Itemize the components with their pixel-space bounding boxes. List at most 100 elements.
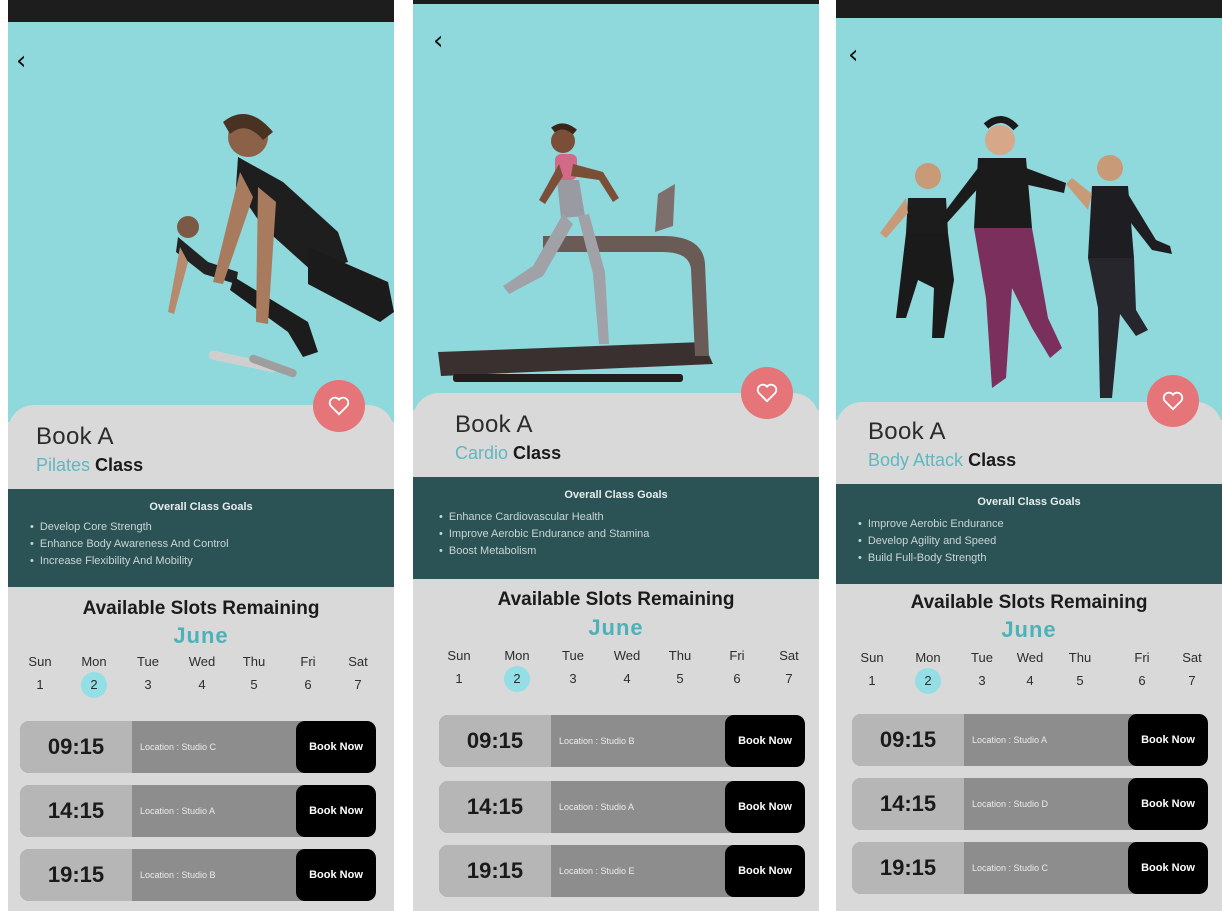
slot-location: Location : Studio C (140, 742, 217, 752)
book-now-button[interactable]: Book Now (1128, 778, 1208, 830)
day-date: 1 (36, 677, 44, 692)
day-fri[interactable]: Fri 6 (1122, 650, 1162, 694)
day-thu[interactable]: Thu 5 (660, 648, 700, 692)
month-label: June (1001, 617, 1057, 642)
day-date: 5 (250, 677, 258, 692)
book-now-button[interactable]: Book Now (296, 721, 376, 773)
favorite-button[interactable] (1147, 375, 1199, 427)
time-slot: 14:15 Location : Studio A Book Now (20, 785, 376, 837)
back-button[interactable]: ‹ (848, 42, 870, 68)
slot-time: 09:15 (852, 714, 964, 766)
day-name: Wed (188, 654, 216, 669)
day-name: Sat (348, 654, 368, 669)
back-button[interactable]: ‹ (16, 48, 38, 74)
day-name: Sat (1182, 650, 1202, 665)
day-date: 7 (785, 671, 793, 686)
slot-location: Location : Studio B (559, 736, 635, 746)
goal-item: Increase Flexibility And Mobility (30, 553, 229, 570)
time-slot: 14:15 Location : Studio D Book Now (852, 778, 1208, 830)
slot-time: 09:15 (20, 721, 132, 773)
class-suffix: Class (513, 443, 562, 463)
book-now-button[interactable]: Book Now (1128, 842, 1208, 894)
day-name: Mon (81, 654, 107, 669)
day-sun[interactable]: Sun 1 (439, 648, 479, 692)
day-sun[interactable]: Sun 1 (852, 650, 892, 694)
body-attack-people-illustration (880, 116, 1172, 398)
month-label: June (588, 615, 644, 640)
day-name: Wed (1016, 650, 1044, 665)
class-name-title: Body Attack Class (868, 450, 1016, 471)
day-mon[interactable]: Mon 2 (908, 650, 948, 694)
day-wed[interactable]: Wed 4 (182, 654, 222, 698)
slot-location: Location : Studio E (559, 866, 635, 876)
class-name: Cardio (455, 443, 509, 463)
class-goals-panel: Overall Class Goals Develop Core Strengt… (8, 489, 394, 587)
day-sun[interactable]: Sun 1 (20, 654, 60, 698)
slot-time: 19:15 (852, 842, 964, 894)
day-name: Tue (137, 654, 159, 669)
book-now-button[interactable]: Book Now (296, 849, 376, 901)
time-slot: 09:15 Location : Studio A Book Now (852, 714, 1208, 766)
back-button[interactable]: ‹ (433, 28, 455, 54)
book-now-button[interactable]: Book Now (725, 781, 805, 833)
time-slot: 19:15 Location : Studio E Book Now (439, 845, 805, 897)
goals-heading: Overall Class Goals (149, 501, 253, 513)
favorite-button[interactable] (741, 367, 793, 419)
chevron-left-icon: ‹ (848, 40, 859, 70)
day-wed[interactable]: Wed 4 (607, 648, 647, 692)
goal-item: Improve Aerobic Endurance and Stamina (439, 526, 650, 543)
day-name: Tue (971, 650, 993, 665)
goals-list: Enhance Cardiovascular Health Improve Ae… (439, 509, 650, 560)
day-tue[interactable]: Tue 3 (128, 654, 168, 698)
day-date: 3 (569, 671, 577, 686)
slot-location: Location : Studio A (972, 735, 1048, 745)
day-tue[interactable]: Tue 3 (553, 648, 593, 692)
hero-image-body-attack: ‹ (836, 18, 1222, 420)
day-mon[interactable]: Mon 2 (74, 654, 114, 698)
pilates-screen: ‹ Book A Pilates Class Overall Class Goa… (8, 0, 394, 911)
book-now-button[interactable]: Book Now (296, 785, 376, 837)
day-sat[interactable]: Sat 7 (1172, 650, 1212, 694)
day-date: 6 (1138, 673, 1146, 688)
day-date: 2 (504, 666, 530, 692)
goal-item: Boost Metabolism (439, 543, 649, 560)
heart-icon (1162, 391, 1184, 411)
day-name: Sun (860, 650, 884, 665)
day-tue[interactable]: Tue 3 (962, 650, 1002, 694)
day-thu[interactable]: Thu 5 (1060, 650, 1100, 694)
day-fri[interactable]: Fri 6 (288, 654, 328, 698)
status-bar (8, 0, 394, 22)
book-now-button[interactable]: Book Now (725, 845, 805, 897)
slot-location: Location : Studio C (972, 863, 1049, 873)
class-card: Book A Pilates Class Overall Class Goals… (8, 380, 394, 911)
day-name: Tue (562, 648, 584, 663)
slot-location: Location : Studio D (972, 799, 1049, 809)
hero-image-cardio: ‹ (413, 4, 819, 410)
class-goals-panel: Overall Class Goals Improve Aerobic Endu… (836, 484, 1222, 584)
day-sat[interactable]: Sat 7 (769, 648, 809, 692)
slot-time: 14:15 (852, 778, 964, 830)
day-date: 3 (144, 677, 152, 692)
class-card: Book A Body Attack Class Overall Class G… (836, 375, 1222, 911)
slots-title: Available Slots Remaining (910, 592, 1148, 613)
body-attack-screen: ‹ Book A Body Attack Class Overall Class… (836, 0, 1222, 911)
day-name: Thu (668, 648, 692, 663)
class-name: Pilates (36, 455, 91, 475)
day-fri[interactable]: Fri 6 (717, 648, 757, 692)
goal-item: Develop Agility and Speed (858, 533, 1004, 550)
page-title: Book A (868, 418, 946, 445)
day-name: Thu (242, 654, 266, 669)
day-name: Mon (915, 650, 941, 665)
slot-time: 19:15 (20, 849, 132, 901)
chevron-left-icon: ‹ (16, 46, 27, 76)
day-mon[interactable]: Mon 2 (497, 648, 537, 692)
goal-item: Enhance Cardiovascular Health (439, 509, 649, 526)
day-thu[interactable]: Thu 5 (234, 654, 274, 698)
book-now-button[interactable]: Book Now (1128, 714, 1208, 766)
favorite-button[interactable] (313, 380, 365, 432)
day-wed[interactable]: Wed 4 (1010, 650, 1050, 694)
book-now-button[interactable]: Book Now (725, 715, 805, 767)
class-suffix: Class (95, 455, 144, 475)
day-sat[interactable]: Sat 7 (338, 654, 378, 698)
slot-time: 14:15 (20, 785, 132, 837)
